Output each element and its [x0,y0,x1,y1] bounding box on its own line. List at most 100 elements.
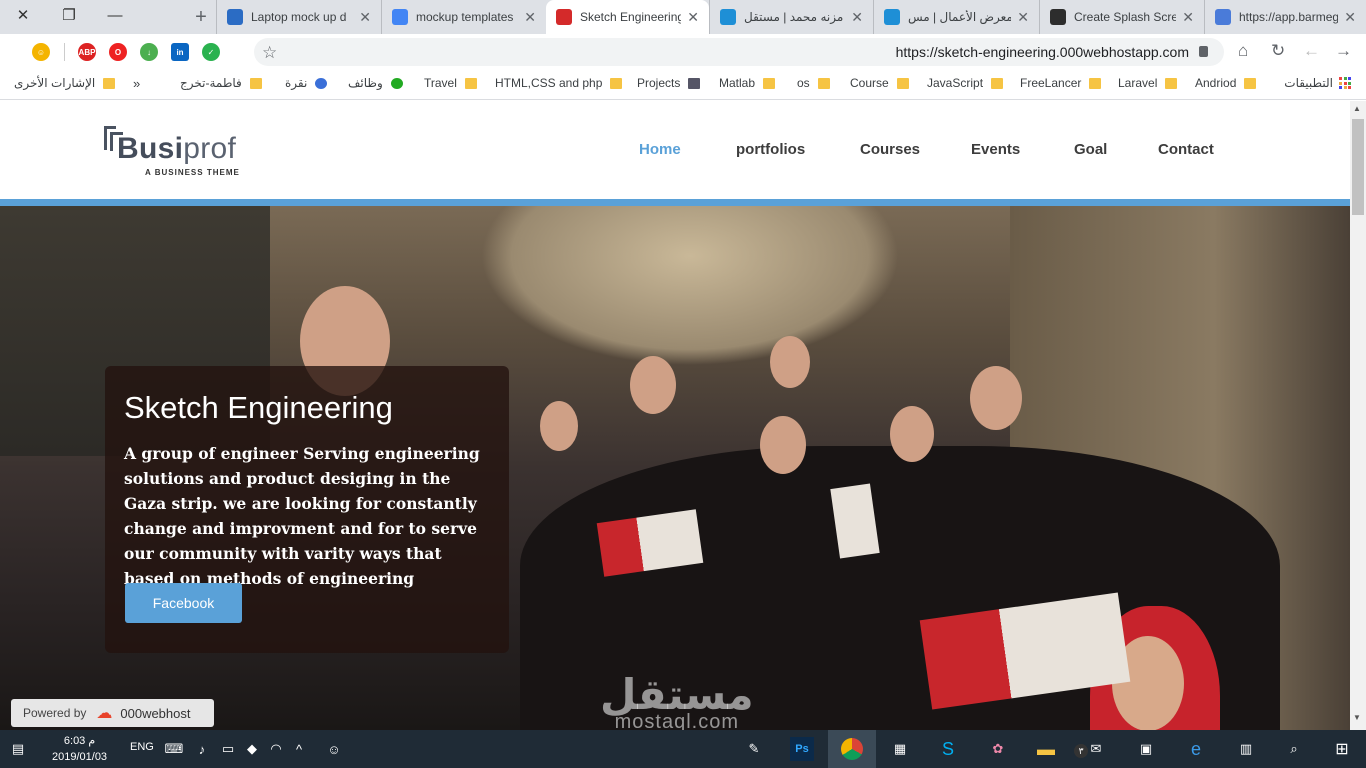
volume-icon[interactable]: ♪ [190,737,214,761]
scroll-up-icon[interactable]: ▲ [1353,104,1361,113]
bookmark-label: JavaScript [927,76,984,90]
url-text[interactable]: https://sketch-engineering.000webhostapp… [896,44,1189,60]
bookmark-course[interactable]: Course [850,76,909,90]
bookmark-naqra[interactable]: نقرة [285,76,328,90]
download-extension-icon[interactable]: ↓ [140,43,158,61]
facebook-button[interactable]: Facebook [125,583,242,623]
folder-icon [103,77,116,89]
folder-icon [610,77,623,89]
scroll-thumb[interactable] [1352,119,1364,215]
nav-goal[interactable]: Goal [1074,141,1107,158]
windows-start-icon[interactable]: ⊞ [1330,737,1354,761]
site-logo[interactable]: Busiprof [117,132,236,166]
close-icon[interactable]: ✕ [359,9,371,26]
close-icon[interactable]: ✕ [1182,9,1194,26]
photoshop-icon[interactable]: Ps [790,737,814,761]
system-clock[interactable]: 6:03 م 2019/01/03 [52,733,107,765]
close-icon[interactable]: ✕ [851,9,863,26]
edge-icon[interactable]: e [1184,737,1208,761]
action-center-icon[interactable]: ▤ [6,737,30,761]
nav-contact[interactable]: Contact [1158,141,1214,158]
battery-icon[interactable]: ▭ [216,737,240,761]
restore-window-icon[interactable]: ❐ [46,0,92,30]
nav-home[interactable]: Home [639,141,681,158]
tab-mockup-templates[interactable]: mockup templates ✕ [381,0,546,34]
bookmark-javascript[interactable]: JavaScript [927,76,1004,90]
language-indicator[interactable]: ENG [130,741,154,753]
scroll-down-icon[interactable]: ▼ [1353,713,1361,722]
bookmark-projects[interactable]: Projects [637,76,701,90]
forward-icon[interactable]: ← [1303,41,1320,61]
header-accent-bar [0,199,1350,206]
new-tab-button[interactable]: + [188,4,214,30]
store-icon[interactable]: ▣ [1134,737,1158,761]
bookmark-label: os [797,76,810,90]
clock-time: 6:03 م [63,735,96,747]
close-icon[interactable]: ✕ [1344,9,1356,26]
bookmark-jobs[interactable]: وظائف [348,76,403,90]
wifi-icon[interactable]: ◠ [264,737,288,761]
bookmark-travel[interactable]: Travel [424,76,477,90]
home-icon[interactable]: ⌂ [1238,41,1248,61]
dropbox-icon[interactable]: ◆ [240,737,264,761]
search-icon[interactable]: ⌕ [1282,737,1306,761]
close-icon[interactable]: ✕ [524,9,536,26]
tab-title: https://app.barmeg [1239,10,1339,24]
tab-laptop-mockup[interactable]: Laptop mock up d ✕ [216,0,381,34]
nav-portfolios[interactable]: portfolios [736,141,805,158]
paint3d-icon[interactable]: ✿ [986,737,1010,761]
show-hidden-icons-icon[interactable]: ^ [287,737,311,761]
opera-icon[interactable]: O [109,43,127,61]
nav-events[interactable]: Events [971,141,1020,158]
address-bar[interactable]: https://sketch-engineering.000webhostapp… [254,38,1224,66]
bookmark-andriod[interactable]: Andriod [1195,76,1257,90]
bookmark-matlab[interactable]: Matlab [719,76,776,90]
tab-barmeg[interactable]: https://app.barmeg ✕ [1204,0,1366,34]
bookmark-other[interactable]: الإشارات الأخرى [14,76,116,90]
tab-mostaql-profile[interactable]: مزنه محمد | مستقل ✕ [709,0,873,34]
back-icon[interactable]: → [1335,41,1352,61]
bookmark-os[interactable]: os [797,76,830,90]
bookmark-freelancer[interactable]: FreeLancer [1020,76,1102,90]
close-window-icon[interactable]: ✕ [0,0,46,30]
keyboard-icon[interactable]: ⌨ [162,737,186,761]
minimize-window-icon[interactable]: — [92,0,138,30]
people-icon[interactable]: ☺ [322,737,346,761]
tab-strip: ✕ ❐ — + https://app.barmeg ✕ Create Spla… [0,0,1366,34]
bookmark-star-icon[interactable]: ☆ [262,43,277,63]
lock-icon[interactable] [1199,46,1208,57]
task-view-icon[interactable]: ▥ [1234,737,1258,761]
page-scrollbar[interactable]: ▲ ▼ [1350,101,1366,730]
powered-by-badge[interactable]: Powered by ☁ 000webhost [11,699,214,727]
adblock-plus-icon[interactable]: ABP [78,43,96,61]
linkedin-icon[interactable]: in [171,43,189,61]
close-icon[interactable]: ✕ [687,9,699,26]
tab-favicon-icon [884,9,900,25]
close-icon[interactable]: ✕ [1017,9,1029,26]
bookmark-apps[interactable]: التطبيقات [1284,76,1351,90]
mostaql-watermark: مستقل mostaql.com [600,670,754,734]
bookmarks-bar: التطبيقات Andriod Laravel FreeLancer Jav… [0,70,1366,100]
tab-mostaql-gallery[interactable]: معرض الأعمال | مس ✕ [873,0,1039,34]
paint-app-icon[interactable]: ✎ [742,737,766,761]
bookmarks-overflow-icon[interactable]: » [133,76,140,91]
logo-tagline: A BUSINESS THEME [145,168,240,177]
skype-icon[interactable]: S [936,737,960,761]
grammarly-icon[interactable]: ✓ [202,43,220,61]
bookmark-html-css-php[interactable]: HTML,CSS and php [495,76,623,90]
hero-description: A group of engineer Serving engineering … [124,444,480,588]
bookmark-label: Course [850,76,889,90]
folder-icon [991,77,1004,89]
reload-icon[interactable]: ↻ [1271,41,1285,61]
clock-date: 2019/01/03 [52,751,108,763]
bookmark-laravel[interactable]: Laravel [1118,76,1178,90]
tab-sketch-engineering[interactable]: Sketch Engineering ✕ [546,0,709,34]
folder-icon [1244,77,1257,89]
chrome-taskbar-button[interactable] [828,730,876,768]
calculator-icon[interactable]: ▦ [888,737,912,761]
emoji-extension-icon[interactable]: ☺ [32,43,50,61]
tab-splash[interactable]: Create Splash Scre ✕ [1039,0,1204,34]
bookmark-graduation[interactable]: فاطمة-تخرج [180,76,262,90]
nav-courses[interactable]: Courses [860,141,920,158]
file-explorer-icon[interactable]: ▬ [1034,737,1058,761]
